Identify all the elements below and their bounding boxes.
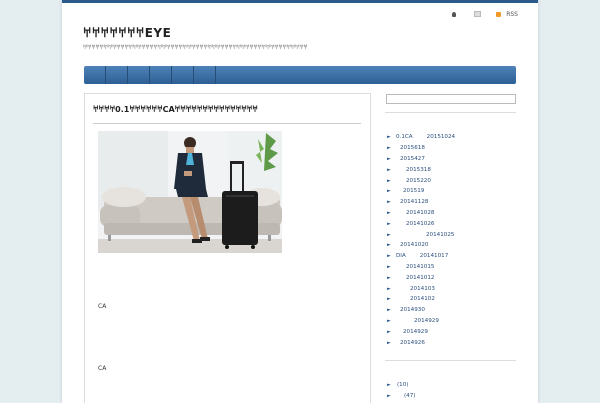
main-navigation <box>84 66 516 84</box>
archive-item[interactable]: ► 2014930 <box>387 305 517 316</box>
archive-item[interactable]: ► 2015220 <box>387 175 517 186</box>
archive-item[interactable]: ► 2014929 <box>387 326 517 337</box>
archive-date: 20141017 <box>419 253 449 260</box>
post-image <box>98 131 282 253</box>
arrow-icon: ► <box>387 166 391 173</box>
rss-icon[interactable] <box>496 11 502 17</box>
arrow-icon: ► <box>387 328 391 335</box>
archive-date: 2014926 <box>400 339 425 346</box>
archive-item[interactable]: ► 20141128 <box>387 197 517 208</box>
rss-link[interactable]: RSS <box>506 11 518 18</box>
archive-list: ► 0.1CA 20151024 ► 2015618 ► 2015427 ► 2015318 ► 2… <box>387 132 517 348</box>
nav-item[interactable] <box>128 66 150 84</box>
divider <box>385 112 516 113</box>
arrow-icon: ► <box>387 263 391 270</box>
category-count: (47) <box>404 393 416 400</box>
arrow-icon: ► <box>387 145 391 152</box>
archive-date: 2014929 <box>403 328 428 335</box>
divider <box>385 360 516 361</box>
archive-date: 20141020 <box>400 242 429 249</box>
site-title[interactable]: 𐀀𐀀𐀀𐀀𐀀𐀀𐀀EYE <box>83 24 171 41</box>
mail-icon[interactable] <box>474 11 482 17</box>
arrow-icon: ► <box>387 242 391 249</box>
category-item[interactable]: ► (10) <box>387 380 517 391</box>
arrow-icon: ► <box>387 307 391 314</box>
main-content: 𐀀𐀀𐀀𐀀0.1𐀀𐀀𐀀𐀀𐀀𐀀CA𐀀𐀀𐀀𐀀𐀀𐀀𐀀𐀀𐀀𐀀𐀀𐀀𐀀𐀀𐀀 CA CA <box>84 93 371 403</box>
nav-item[interactable] <box>150 66 172 84</box>
post-paragraph: CA <box>98 365 107 372</box>
arrow-icon: ► <box>387 199 391 206</box>
archive-date: 2014102 <box>410 296 435 303</box>
arrow-icon: ► <box>387 231 391 238</box>
nav-item[interactable] <box>106 66 128 84</box>
archive-date: 2015618 <box>400 145 425 152</box>
archive-item[interactable]: ► 2014103 <box>387 283 517 294</box>
archive-item[interactable]: ► 20141026 <box>387 218 517 229</box>
archive-date: 2015318 <box>406 166 431 173</box>
sidebar: ► 0.1CA 20151024 ► 2015618 ► 2015427 ► 2015318 ► 2… <box>385 93 517 403</box>
archive-item[interactable]: ► 20141025 <box>387 229 517 240</box>
post-paragraph: CA <box>98 303 107 310</box>
archive-date: 20151024 <box>426 134 456 141</box>
archive-item[interactable]: ► 20141012 <box>387 272 517 283</box>
archive-item[interactable]: ► 20141015 <box>387 262 517 273</box>
archive-date: 20141028 <box>406 209 435 216</box>
arrow-icon: ► <box>387 274 391 281</box>
nav-item[interactable] <box>194 66 216 84</box>
archive-date: 20141026 <box>406 220 435 227</box>
category-list: ► (10) ► (47) <box>387 380 517 402</box>
archive-date: 20141012 <box>406 274 435 281</box>
arrow-icon: ► <box>387 393 391 400</box>
arrow-icon: ► <box>387 253 391 260</box>
archive-item[interactable]: ► 2014926 <box>387 337 517 348</box>
arrow-icon: ► <box>387 317 391 324</box>
arrow-icon: ► <box>387 177 391 184</box>
archive-label: DIA <box>396 253 406 260</box>
nav-item[interactable] <box>172 66 194 84</box>
archive-label: 0.1CA <box>396 134 413 141</box>
top-links: RSS <box>452 9 518 19</box>
archive-item[interactable]: ► 201519 <box>387 186 517 197</box>
post-title[interactable]: 𐀀𐀀𐀀𐀀0.1𐀀𐀀𐀀𐀀𐀀𐀀CA𐀀𐀀𐀀𐀀𐀀𐀀𐀀𐀀𐀀𐀀𐀀𐀀𐀀𐀀𐀀 <box>93 104 361 124</box>
archive-date: 2014103 <box>410 285 435 292</box>
archive-item[interactable]: ► 2015318 <box>387 164 517 175</box>
archive-date: 201519 <box>403 188 425 195</box>
archive-item[interactable]: ► 2014102 <box>387 294 517 305</box>
arrow-icon: ► <box>387 134 391 141</box>
archive-item[interactable]: ► 20141020 <box>387 240 517 251</box>
archive-date: 2015427 <box>400 155 425 162</box>
arrow-icon: ► <box>387 209 391 216</box>
archive-item[interactable]: ► 0.1CA 20151024 <box>387 132 517 143</box>
archive-date: 2014930 <box>400 307 425 314</box>
archive-date: 2014929 <box>414 317 439 324</box>
archive-item[interactable]: ► 2015427 <box>387 154 517 165</box>
site-description: 𐀀𐀀𐀀𐀀𐀀𐀀𐀀𐀀𐀀𐀀𐀀𐀀𐀀𐀀𐀀𐀀𐀀𐀀𐀀𐀀𐀀𐀀𐀀𐀀𐀀𐀀𐀀𐀀𐀀𐀀𐀀𐀀𐀀𐀀𐀀𐀀𐀀𐀀𐀀𐀀… <box>83 44 308 51</box>
arrow-icon: ► <box>387 339 391 346</box>
arrow-icon: ► <box>387 382 391 389</box>
arrow-icon: ► <box>387 220 391 227</box>
archive-item[interactable]: ► DIA 20141017 <box>387 251 517 262</box>
archive-item[interactable]: ► 2014929 <box>387 316 517 327</box>
archive-item[interactable]: ► 20141028 <box>387 208 517 219</box>
archive-date: 2015220 <box>406 177 431 184</box>
user-icon[interactable] <box>452 11 457 17</box>
archive-item[interactable]: ► 2015618 <box>387 143 517 154</box>
archive-date: 20141025 <box>426 231 455 238</box>
arrow-icon: ► <box>387 296 391 303</box>
nav-item[interactable] <box>84 66 106 84</box>
search-input[interactable] <box>386 94 516 104</box>
page-container: RSS 𐀀𐀀𐀀𐀀𐀀𐀀𐀀EYE 𐀀𐀀𐀀𐀀𐀀𐀀𐀀𐀀𐀀𐀀𐀀𐀀𐀀𐀀𐀀𐀀𐀀𐀀𐀀𐀀𐀀𐀀𐀀𐀀𐀀… <box>62 0 538 403</box>
category-count: (10) <box>397 382 409 389</box>
archive-date: 20141015 <box>406 263 435 270</box>
archive-date: 20141128 <box>400 199 429 206</box>
arrow-icon: ► <box>387 188 391 195</box>
arrow-icon: ► <box>387 285 391 292</box>
arrow-icon: ► <box>387 155 391 162</box>
